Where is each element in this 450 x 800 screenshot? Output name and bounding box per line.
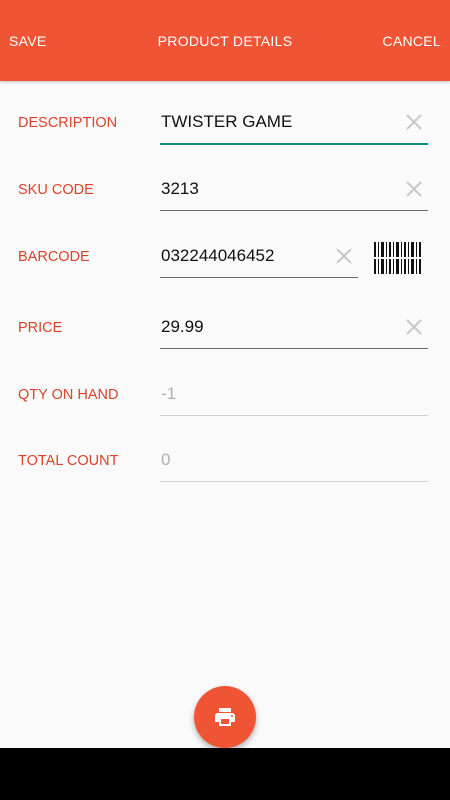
app-bar: SAVE PRODUCT DETAILS CANCEL — [0, 0, 450, 81]
description-label: DESCRIPTION — [18, 115, 118, 131]
description-input[interactable] — [161, 103, 391, 141]
barcode-row: BARCODE — [0, 232, 450, 282]
price-field-container — [160, 308, 428, 349]
qty-on-hand-input — [161, 375, 391, 413]
system-navigation-bar — [0, 748, 450, 800]
barcode-field-container — [160, 237, 358, 278]
total-count-label: TOTAL COUNT — [18, 453, 119, 469]
total-count-row: TOTAL COUNT — [0, 436, 450, 486]
clear-description-icon[interactable] — [404, 112, 424, 132]
total-count-field-container — [160, 441, 428, 482]
clear-sku-icon[interactable] — [404, 179, 424, 199]
clear-price-icon[interactable] — [404, 317, 424, 337]
sku-label: SKU CODE — [18, 182, 94, 198]
description-row: DESCRIPTION — [0, 98, 450, 148]
sku-field-container — [160, 170, 428, 211]
price-row: PRICE — [0, 303, 450, 353]
sku-input[interactable] — [161, 170, 391, 208]
cancel-button[interactable]: CANCEL — [373, 33, 450, 49]
price-input[interactable] — [161, 308, 391, 346]
print-button[interactable] — [194, 686, 256, 748]
qty-on-hand-label: QTY ON HAND — [18, 387, 119, 403]
barcode-label: BARCODE — [18, 249, 90, 265]
print-icon — [215, 708, 235, 726]
barcode-icon[interactable] — [372, 240, 424, 276]
sku-row: SKU CODE — [0, 165, 450, 215]
save-button[interactable]: SAVE — [0, 33, 56, 49]
price-label: PRICE — [18, 320, 63, 336]
description-field-container — [160, 103, 428, 145]
barcode-input[interactable] — [161, 237, 331, 275]
clear-barcode-icon[interactable] — [334, 246, 354, 266]
qty-on-hand-field-container — [160, 375, 428, 416]
total-count-input — [161, 441, 391, 479]
qty-on-hand-row: QTY ON HAND — [0, 370, 450, 420]
